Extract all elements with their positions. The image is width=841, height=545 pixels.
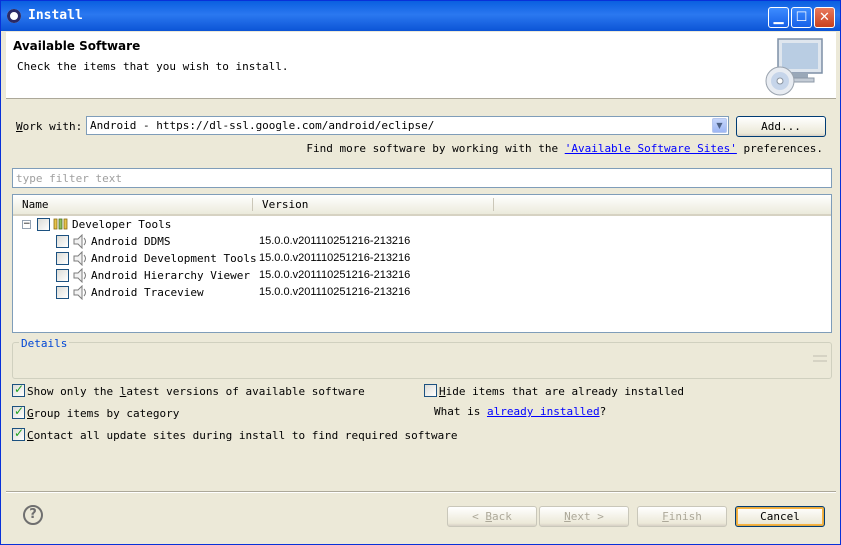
- page-subtitle: Check the items that you wish to install…: [17, 60, 289, 73]
- add-site-button[interactable]: Add...: [736, 116, 826, 137]
- column-version-header[interactable]: Version: [262, 198, 308, 211]
- table-row[interactable]: Android Traceview 15.0.0.v201110251216-2…: [13, 284, 831, 301]
- finish-button[interactable]: Finish: [637, 506, 727, 527]
- details-group: Details: [12, 337, 832, 379]
- item-name: Android Traceview: [91, 286, 204, 299]
- contact-sites-label: Contact all update sites during install …: [27, 429, 458, 442]
- footer-separator: [6, 491, 836, 493]
- plugin-feature-icon: [73, 285, 86, 300]
- plugin-feature-icon: [73, 268, 86, 283]
- next-button[interactable]: Next >: [539, 506, 629, 527]
- column-name-header[interactable]: Name: [22, 198, 49, 211]
- column-separator[interactable]: [493, 198, 494, 211]
- window-title: Install: [28, 8, 83, 23]
- page-title: Available Software: [13, 39, 141, 53]
- chevron-down-icon[interactable]: ▼: [712, 118, 727, 133]
- back-button[interactable]: < Back: [447, 506, 537, 527]
- show-latest-checkbox[interactable]: [12, 382, 25, 397]
- wizard-header: Available Software Check the items that …: [6, 32, 836, 99]
- work-with-combo[interactable]: Android - https://dl-ssl.google.com/andr…: [86, 116, 729, 135]
- what-is-installed-text: What is already installed?: [434, 405, 607, 418]
- title-bar[interactable]: Install ▁ ☐ ✕: [1, 1, 840, 31]
- category-checkbox[interactable]: [37, 218, 50, 231]
- item-version: 15.0.0.v201110251216-213216: [259, 252, 411, 264]
- install-software-icon: [765, 38, 823, 96]
- find-more-text: Find more software by working with the '…: [306, 142, 823, 155]
- work-with-label: Work with:: [16, 120, 83, 133]
- minimize-icon: ▁: [773, 10, 784, 25]
- close-icon: ✕: [819, 10, 830, 25]
- contact-sites-checkbox[interactable]: [12, 426, 25, 441]
- item-checkbox[interactable]: [56, 269, 69, 282]
- collapse-icon[interactable]: −: [22, 220, 31, 229]
- item-name: Android DDMS: [91, 235, 171, 248]
- item-version: 15.0.0.v201110251216-213216: [259, 269, 411, 281]
- plugin-feature-icon: [73, 234, 86, 249]
- group-by-category-label: Group items by category: [27, 407, 180, 420]
- maximize-button[interactable]: ☐: [791, 7, 812, 28]
- table-row[interactable]: Android Development Tools 15.0.0.v201110…: [13, 250, 831, 267]
- category-name: Developer Tools: [72, 218, 172, 231]
- minimize-button[interactable]: ▁: [768, 7, 789, 28]
- close-button[interactable]: ✕: [814, 7, 835, 28]
- table-row[interactable]: Android Hierarchy Viewer 15.0.0.v2011102…: [13, 267, 831, 284]
- category-icon: [53, 218, 68, 230]
- item-checkbox[interactable]: [56, 235, 69, 248]
- hide-installed-label: Hide items that are already installed: [439, 385, 685, 398]
- maximize-icon: ☐: [795, 10, 808, 25]
- item-version: 15.0.0.v201110251216-213216: [259, 286, 411, 298]
- software-tree-table[interactable]: Name Version − Developer Tools Android D…: [12, 194, 832, 333]
- cancel-button[interactable]: Cancel: [735, 506, 825, 527]
- details-legend: Details: [19, 337, 70, 350]
- item-version: 15.0.0.v201110251216-213216: [259, 235, 411, 247]
- filter-input[interactable]: [16, 170, 816, 186]
- filter-field[interactable]: [12, 168, 832, 188]
- item-checkbox[interactable]: [56, 252, 69, 265]
- plugin-feature-icon: [73, 251, 86, 266]
- show-latest-label: Show only the latest versions of availab…: [27, 385, 365, 398]
- install-dialog: Install ▁ ☐ ✕ Available Software Check t…: [0, 0, 841, 545]
- item-name: Android Hierarchy Viewer: [91, 269, 250, 282]
- resize-grip-icon[interactable]: [813, 353, 827, 367]
- already-installed-link[interactable]: already installed: [487, 405, 600, 418]
- work-with-value: Android - https://dl-ssl.google.com/andr…: [90, 119, 435, 132]
- table-row[interactable]: Android DDMS 15.0.0.v201110251216-213216: [13, 233, 831, 250]
- item-name: Android Development Tools: [91, 252, 257, 265]
- hide-installed-checkbox[interactable]: [424, 384, 437, 397]
- column-separator[interactable]: [252, 198, 253, 211]
- table-header: Name Version: [13, 195, 831, 216]
- eclipse-icon: [7, 9, 21, 23]
- available-software-sites-link[interactable]: 'Available Software Sites': [565, 142, 737, 155]
- tree-category-row[interactable]: − Developer Tools: [13, 216, 831, 233]
- group-by-category-checkbox[interactable]: [12, 404, 25, 419]
- help-icon[interactable]: ?: [23, 505, 43, 525]
- item-checkbox[interactable]: [56, 286, 69, 299]
